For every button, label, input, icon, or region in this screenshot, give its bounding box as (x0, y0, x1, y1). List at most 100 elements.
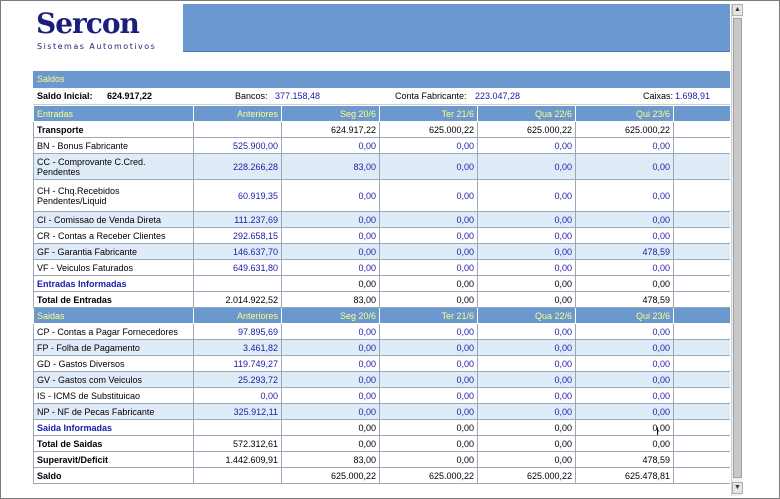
value-cell (673, 137, 730, 154)
value-cell: 0,00 (575, 227, 674, 244)
row-label-cell: Entradas Informadas (33, 275, 194, 292)
value-cell: 0,00 (379, 259, 478, 276)
row-label-cell: GV - Gastos com Veiculos (33, 371, 194, 388)
value-cell (673, 323, 730, 340)
value-cell: 0,00 (379, 211, 478, 228)
row-label-cell: CC - Comprovante C.Cred. Pendentes (33, 153, 194, 180)
conta-fabricante-value: 223.047,28 (475, 91, 521, 101)
value-cell: 572.312,61 (193, 435, 282, 452)
value-cell: 649.631,80 (193, 259, 282, 276)
value-cell: 0,00 (281, 403, 380, 420)
value-cell: 0,00 (379, 275, 478, 292)
entrada-row: GF - Garantia Fabricante 146.637,70 0,00 0,… (33, 243, 730, 260)
row-label-cell: BN - Bonus Fabricante (33, 137, 194, 154)
value-cell: 0,00 (379, 403, 478, 420)
row-label-cell: Transporte (33, 121, 194, 138)
row-label-cell: CP - Contas a Pagar Fornecedores (33, 323, 194, 340)
superavit-deficit-row: Superavit/Deficit 1.442.609,91 83,00 0,00 0,… (33, 451, 730, 468)
row-label-cell: IS - ICMS de Substituicao (33, 387, 194, 404)
saldo-inicial-value: 624.917,22 (107, 91, 153, 101)
value-cell: 3.461,82 (193, 339, 282, 356)
value-cell: 0,00 (379, 387, 478, 404)
bancos-label: Bancos: (235, 91, 268, 101)
value-cell: 2.014.922,52 (193, 291, 282, 308)
value-cell: 0,00 (477, 451, 576, 468)
value-cell: 0,00 (575, 371, 674, 388)
value-cell: 146.637,70 (193, 243, 282, 260)
value-cell: Qua 22/6 (477, 105, 576, 122)
value-cell (673, 435, 730, 452)
saida-row: NP - NF de Pecas Fabricante 325.912,11 0,0… (33, 403, 730, 420)
value-cell: 0,00 (477, 227, 576, 244)
row-label-cell: Superavit/Deficit (33, 451, 194, 468)
value-cell: Qui 23/6 (575, 105, 674, 122)
total-saidas-row: Total de Saidas 572.312,61 0,00 0,00 0,00 0,0… (33, 435, 730, 452)
value-cell: 0,00 (281, 339, 380, 356)
value-cell: 0,00 (575, 323, 674, 340)
value-cell: 0,00 (281, 211, 380, 228)
value-cell: 0,00 (379, 137, 478, 154)
value-cell: Ter 21/6 (379, 307, 478, 324)
value-cell: Anteriores (193, 307, 282, 324)
value-cell: 625.000,22 (379, 121, 478, 138)
value-cell (673, 275, 730, 292)
row-label-cell: Entradas (33, 105, 194, 122)
value-cell: 0,00 (477, 153, 576, 180)
page-header: Sercon Sistemas Automotivos (33, 4, 730, 52)
saldos-summary-row: Saldo Inicial: 624.917,22 Bancos: 377.15… (33, 88, 730, 105)
saida-row: IS - ICMS de Substituicao 0,00 0,00 0,00 0,0… (33, 387, 730, 404)
value-cell: Seg 20/6 (281, 105, 380, 122)
value-cell (673, 451, 730, 468)
row-label-cell: FP - Folha de Pagamento (33, 339, 194, 356)
value-cell: 0,00 (477, 259, 576, 276)
value-cell (673, 243, 730, 260)
value-cell: 0,00 (575, 153, 674, 180)
value-cell: 0,00 (477, 179, 576, 212)
transporte-row: Transporte 624.917,22 625.000,22 625.000,22… (33, 121, 730, 138)
value-cell: Qui 23/6 (575, 307, 674, 324)
value-cell: 625.000,22 (477, 121, 576, 138)
value-cell: Seg 20/6 (281, 307, 380, 324)
value-cell (673, 211, 730, 228)
row-label-cell: CH - Chq.Recebidos Pendentes/Liquid (33, 179, 194, 212)
value-cell: 0,00 (379, 339, 478, 356)
row-label-cell: GF - Garantia Fabricante (33, 243, 194, 260)
value-cell (673, 153, 730, 180)
saida-row: GD - Gastos Diversos 119.749,27 0,00 0,00 0,… (33, 355, 730, 372)
value-cell (673, 291, 730, 308)
value-cell: 625.000,22 (477, 467, 576, 484)
logo-tagline: Sistemas Automotivos (37, 42, 157, 51)
value-cell: 0,00 (281, 387, 380, 404)
entradas-informadas-row: Entradas Informadas 0,00 0,00 0,00 0,00 (33, 275, 730, 292)
value-cell (673, 339, 730, 356)
entrada-row: CI - Comissao de Venda Direta 111.237,69 0… (33, 211, 730, 228)
value-cell: 0,00 (575, 275, 674, 292)
saidas-header-row: Saidas Anteriores Seg 20/6 Ter 21/6 Qua 22/6… (33, 307, 730, 324)
vertical-scrollbar[interactable]: ▲ ▼ (731, 4, 743, 496)
value-cell: 0,00 (281, 259, 380, 276)
value-cell: 0,00 (379, 371, 478, 388)
value-cell: 6 (673, 121, 730, 138)
row-label-cell: Saidas (33, 307, 194, 324)
value-cell: 0,00 (575, 403, 674, 420)
value-cell: 478,59 (575, 451, 674, 468)
scroll-up-icon[interactable]: ▲ (732, 4, 743, 16)
value-cell: 25.293,72 (193, 371, 282, 388)
value-cell: 0,00 (575, 339, 674, 356)
value-cell: 292.658,15 (193, 227, 282, 244)
saldo-inicial-label: Saldo Inicial: (37, 91, 93, 101)
value-cell: 0,00 (477, 137, 576, 154)
value-cell: 0,00 (379, 419, 478, 436)
value-cell: Anteriores (193, 105, 282, 122)
caixas-value: 1.698,91 (675, 91, 711, 101)
value-cell (673, 403, 730, 420)
scroll-down-icon[interactable]: ▼ (732, 482, 743, 494)
row-label-cell: NP - NF de Pecas Fabricante (33, 403, 194, 420)
value-cell: 0,00 (477, 435, 576, 452)
row-label-cell: CR - Contas a Receber Clientes (33, 227, 194, 244)
value-cell: 0,00 (575, 355, 674, 372)
scrollbar-thumb[interactable] (733, 18, 742, 478)
value-cell: 0,00 (281, 323, 380, 340)
value-cell: 0,00 (379, 435, 478, 452)
value-cell: 0,00 (379, 323, 478, 340)
